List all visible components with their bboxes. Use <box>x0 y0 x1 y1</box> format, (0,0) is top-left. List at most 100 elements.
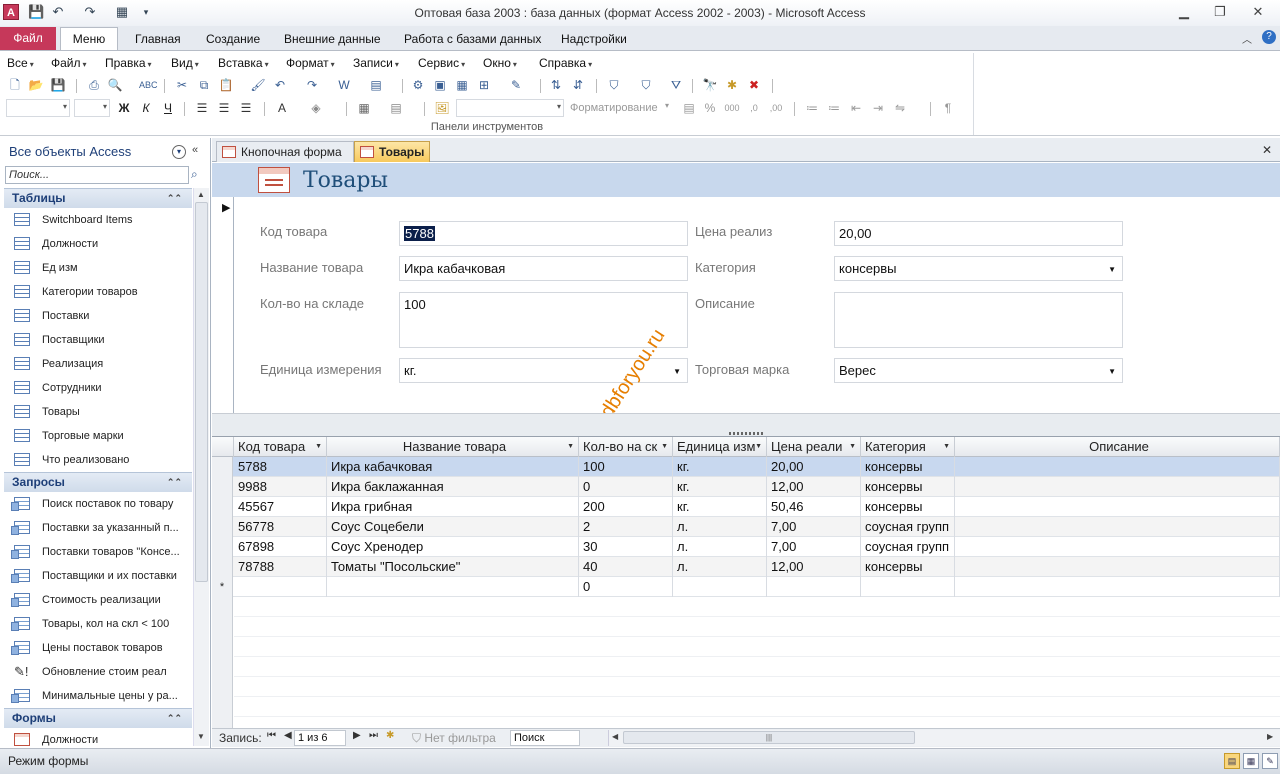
table-cell[interactable]: Икра кабачковая <box>327 457 579 477</box>
chevron-up-icon[interactable]: ⌃⌃ <box>167 709 182 728</box>
format-combo[interactable]: Форматирование <box>570 102 658 114</box>
table-cell[interactable] <box>955 477 1280 497</box>
bold-icon[interactable]: Ж <box>116 100 132 116</box>
tab-addins[interactable]: Надстройки <box>559 30 629 50</box>
minimize-button[interactable]: ▁ <box>1172 3 1196 21</box>
table-cell[interactable]: соусная групп <box>861 537 955 557</box>
row-selector[interactable] <box>212 477 233 497</box>
table-cell[interactable]: 7,00 <box>767 537 861 557</box>
table-cell[interactable]: Соус Хренодер <box>327 537 579 557</box>
menu-help[interactable]: Справка ▾ <box>539 56 592 70</box>
nav-item[interactable]: Поставки за указанный п... <box>4 516 192 540</box>
table-cell[interactable]: Икра грибная <box>327 497 579 517</box>
table-row[interactable]: 5788 Икра кабачковая 100 кг. 20,00 консервы <box>212 457 1280 477</box>
tab-menu[interactable]: Меню <box>60 27 118 51</box>
nav-item[interactable]: Должности <box>4 232 192 256</box>
next-record-icon[interactable]: ▶ <box>353 730 361 741</box>
tab-create[interactable]: Создание <box>204 30 262 50</box>
nav-search-input[interactable]: Поиск... <box>5 166 189 184</box>
numbering-icon[interactable]: ≔ <box>826 100 842 116</box>
table-row[interactable]: 9988 Икра баклажанная 0 кг. 12,00 консервы <box>212 477 1280 497</box>
tab-home[interactable]: Главная <box>133 30 183 50</box>
align-center-icon[interactable]: ☰ <box>216 100 232 116</box>
table-cell[interactable]: 2 <box>579 517 673 537</box>
close-button[interactable]: ✕ <box>1246 3 1270 21</box>
menu-window[interactable]: Окно ▾ <box>483 56 517 70</box>
align-left-icon[interactable]: ☰ <box>194 100 210 116</box>
open-icon[interactable]: 📂 <box>28 77 44 93</box>
record-position-input[interactable]: 1 из 6 <box>294 730 346 746</box>
office-links-icon[interactable]: W <box>336 77 352 93</box>
italic-icon[interactable]: К <box>138 100 154 116</box>
table-cell[interactable]: 78788 <box>234 557 327 577</box>
design-view-button[interactable]: ✎ <box>1262 753 1278 769</box>
table-row[interactable]: 45567 Икра грибная 200 кг. 50,46 консервы <box>212 497 1280 517</box>
column-header[interactable]: Единица изм ▼ <box>673 437 767 457</box>
gridlines-icon[interactable]: ▦ <box>356 100 372 116</box>
table-cell[interactable] <box>861 577 955 597</box>
nav-item[interactable]: Стоимость реализации <box>4 588 192 612</box>
row-selector[interactable] <box>212 517 233 537</box>
tab-products-form[interactable]: Товары <box>354 141 430 162</box>
new-icon[interactable]: 🗋 <box>7 77 23 93</box>
spelling-icon[interactable]: ABC <box>139 77 158 93</box>
menu-view[interactable]: Вид ▾ <box>171 56 199 70</box>
column-dropdown-icon[interactable]: ▼ <box>943 437 950 457</box>
prev-record-icon[interactable]: ◀ <box>284 730 292 741</box>
table-cell[interactable]: л. <box>673 517 767 537</box>
table-row[interactable]: 78788 Томаты "Посольские" 40 л. 12,00 консерв… <box>212 557 1280 577</box>
paste-icon[interactable]: 📋 <box>218 77 234 93</box>
style-combo[interactable]: ▾ <box>456 99 564 117</box>
collapse-pane-icon[interactable]: « <box>192 144 198 156</box>
column-header[interactable]: Описание <box>955 437 1280 457</box>
nav-scrollbar[interactable]: ▲ ▼ <box>193 188 209 746</box>
table-cell[interactable]: 40 <box>579 557 673 577</box>
table-cell[interactable]: 200 <box>579 497 673 517</box>
percent-icon[interactable]: % <box>702 100 718 116</box>
table-cell[interactable]: Томаты "Посольские" <box>327 557 579 577</box>
table-cell[interactable]: консервы <box>861 477 955 497</box>
search-icon[interactable]: ⌕ <box>191 167 198 182</box>
nav-group-header[interactable]: Таблицы ⌃⌃ <box>4 188 192 208</box>
scroll-left-icon[interactable]: ◀ <box>612 732 618 741</box>
table-cell[interactable]: 56778 <box>234 517 327 537</box>
format-painter-icon[interactable]: 🖌 <box>250 77 266 93</box>
tab-external-data[interactable]: Внешние данные <box>282 30 383 50</box>
build-icon[interactable]: ▦ <box>454 77 470 93</box>
new-record-icon[interactable]: ✱ <box>724 77 740 93</box>
table-cell[interactable]: 9988 <box>234 477 327 497</box>
scroll-thumb[interactable] <box>195 202 208 582</box>
properties-icon[interactable]: ▣ <box>432 77 448 93</box>
object-combo[interactable]: ▾ <box>6 99 70 117</box>
nav-item[interactable]: Switchboard Items <box>4 208 192 232</box>
table-cell[interactable]: консервы <box>861 557 955 577</box>
no-filter-button[interactable]: ⛉ Нет фильтра <box>412 731 496 746</box>
column-header[interactable]: Кол-во на ск ▼ <box>579 437 673 457</box>
table-cell[interactable] <box>673 577 767 597</box>
nav-item[interactable]: Ед изм <box>4 256 192 280</box>
column-dropdown-icon[interactable]: ▼ <box>755 437 762 457</box>
tab-file[interactable]: Файл <box>0 27 56 50</box>
redo-icon[interactable]: ↷ <box>304 77 320 93</box>
table-cell[interactable] <box>767 577 861 597</box>
datasheet-view-button[interactable]: ▦ <box>1243 753 1259 769</box>
table-row[interactable]: 56778 Соус Соцебели 2 л. 7,00 соусная групп <box>212 517 1280 537</box>
relationships-icon[interactable]: ⊞ <box>476 77 492 93</box>
table-row[interactable]: 67898 Соус Хренодер 30 л. 7,00 соусная групп <box>212 537 1280 557</box>
indent-decrease-icon[interactable]: ⇤ <box>848 100 864 116</box>
font-size-combo[interactable]: ▾ <box>74 99 110 117</box>
menu-all[interactable]: Все ▾ <box>7 56 34 70</box>
new-record-nav-icon[interactable]: ✱ <box>386 730 394 741</box>
chevron-up-icon[interactable]: ⌃⌃ <box>167 473 182 492</box>
table-cell[interactable]: л. <box>673 537 767 557</box>
table-cell[interactable]: 0 <box>579 577 673 597</box>
nav-item[interactable]: Поставщики <box>4 328 192 352</box>
field-code[interactable]: 5788 <box>399 221 688 246</box>
apply-filter-icon[interactable]: ⛛ <box>668 77 684 93</box>
column-dropdown-icon[interactable]: ▼ <box>661 437 668 457</box>
table-cell[interactable]: 67898 <box>234 537 327 557</box>
chevron-up-icon[interactable]: ⌃⌃ <box>167 189 182 208</box>
scroll-thumb[interactable]: ||| <box>623 731 915 744</box>
first-record-icon[interactable]: ⏮ <box>267 730 276 741</box>
field-price[interactable]: 20,00 <box>834 221 1123 246</box>
